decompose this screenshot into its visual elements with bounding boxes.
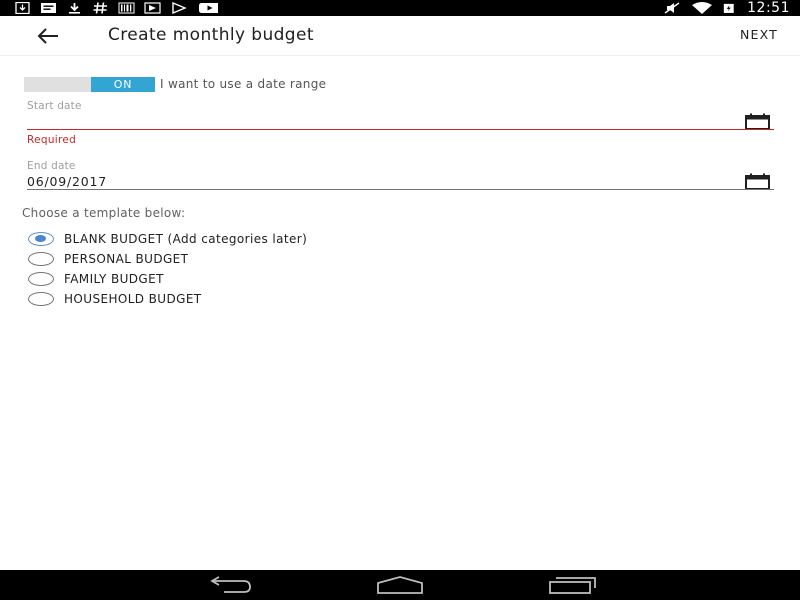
template-option-label: HOUSEHOLD BUDGET — [64, 292, 202, 306]
download-icon — [15, 2, 30, 14]
end-date-calendar-icon[interactable] — [745, 173, 770, 190]
youtube-icon — [199, 3, 218, 13]
download-arrow-icon — [69, 3, 80, 14]
start-date-input[interactable] — [27, 114, 727, 129]
template-option-label: BLANK BUDGET (Add categories later) — [64, 232, 308, 246]
end-date-input[interactable]: 06/09/2017 — [27, 174, 107, 189]
back-arrow-icon[interactable] — [30, 24, 66, 48]
nav-recents-icon[interactable] — [548, 576, 598, 594]
template-heading: Choose a template below: — [22, 206, 186, 220]
radio-unselected-icon[interactable] — [28, 272, 54, 286]
play-store-icon — [144, 2, 161, 14]
template-option-family[interactable]: FAMILY BUDGET — [28, 269, 164, 289]
start-date-error: Required — [27, 134, 77, 146]
radio-selected-icon[interactable] — [28, 232, 54, 246]
navigation-bar — [0, 570, 800, 600]
template-option-household[interactable]: HOUSEHOLD BUDGET — [28, 289, 202, 309]
next-button[interactable]: NEXT — [740, 27, 778, 42]
date-range-toggle-label: I want to use a date range — [160, 77, 327, 91]
template-option-label: FAMILY BUDGET — [64, 272, 164, 286]
mute-icon — [664, 2, 680, 14]
status-bar: 12:51 — [0, 0, 800, 16]
notification-icons — [14, 0, 218, 16]
app-bar: Create monthly budget NEXT — [0, 16, 800, 56]
start-date-underline — [27, 129, 774, 130]
end-date-underline — [27, 189, 774, 190]
screen: 12:51 Create monthly budget NEXT ON I wa… — [0, 0, 800, 600]
start-date-label: Start date — [27, 100, 82, 112]
end-date-label: End date — [27, 160, 76, 172]
play-icon — [172, 2, 187, 14]
system-icons: 12:51 — [664, 0, 790, 16]
toggle-on-knob: ON — [91, 77, 155, 92]
radio-unselected-icon[interactable] — [28, 252, 54, 266]
date-range-toggle[interactable]: ON — [24, 77, 155, 92]
radio-unselected-icon[interactable] — [28, 292, 54, 306]
template-option-blank[interactable]: BLANK BUDGET (Add categories later) — [28, 229, 307, 249]
barcode-icon — [118, 2, 135, 14]
battery-charging-icon — [723, 3, 734, 13]
message-icon — [41, 3, 56, 13]
template-option-personal[interactable]: PERSONAL BUDGET — [28, 249, 188, 269]
page-title: Create monthly budget — [108, 25, 314, 45]
clock-text: 12:51 — [747, 0, 790, 16]
template-option-label: PERSONAL BUDGET — [64, 252, 189, 266]
nav-back-icon[interactable] — [204, 576, 254, 594]
hashtag-icon — [93, 2, 107, 14]
start-date-calendar-icon[interactable] — [745, 113, 770, 130]
nav-home-icon[interactable] — [375, 576, 425, 594]
wifi-icon — [692, 2, 713, 14]
